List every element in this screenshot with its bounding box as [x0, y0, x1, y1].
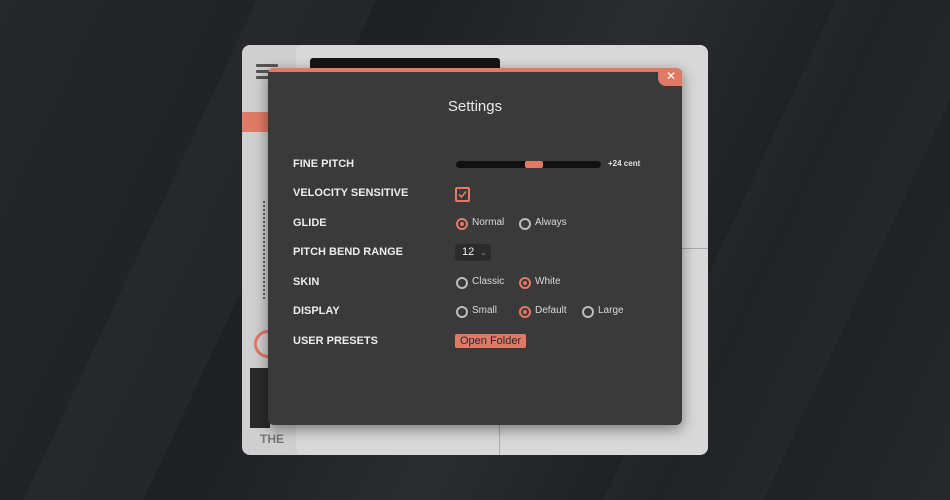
dialog-accent-bar [268, 68, 682, 72]
close-icon[interactable]: ✕ [664, 69, 678, 83]
user-presets-label: USER PRESETS [293, 335, 378, 347]
display-default-label: Default [535, 305, 567, 316]
display-small-label: Small [472, 305, 498, 316]
skin-classic-radio[interactable] [456, 277, 468, 289]
skin-label: SKIN [293, 276, 320, 288]
checkmark-icon [458, 190, 467, 199]
chevron-down-icon: ⌄ [480, 248, 487, 257]
pitch-bend-range-label: PITCH BEND RANGE [293, 246, 404, 258]
glide-normal-radio[interactable] [456, 218, 468, 230]
open-folder-button[interactable]: Open Folder [455, 334, 527, 348]
velocity-sensitive-checkbox[interactable] [455, 187, 470, 202]
glide-always-label: Always [535, 217, 567, 228]
display-default-radio[interactable] [519, 306, 531, 318]
skin-white-label: White [535, 276, 561, 287]
glide-always-radio[interactable] [519, 218, 531, 230]
display-large-label: Large [598, 305, 624, 316]
display-small-radio[interactable] [456, 306, 468, 318]
fine-pitch-slider-handle[interactable] [525, 161, 543, 168]
display-large-radio[interactable] [582, 306, 594, 318]
glide-label: GLIDE [293, 217, 327, 229]
fine-pitch-value: +24 cent [608, 159, 641, 168]
display-label: DISPLAY [293, 305, 340, 317]
brand-subtext: THE [260, 432, 284, 446]
pitch-bend-range-select[interactable]: 12 ⌄ [455, 244, 491, 261]
dotted-scale [262, 200, 266, 300]
velocity-sensitive-label: VELOCITY SENSITIVE [293, 187, 409, 199]
brand-logo-text [250, 368, 270, 428]
skin-classic-label: Classic [472, 276, 505, 287]
settings-dialog: ✕ Settings FINE PITCH +24 cent VELOCITY … [268, 68, 682, 425]
fine-pitch-label: FINE PITCH [293, 158, 355, 170]
pitch-bend-range-value: 12 [462, 246, 475, 258]
glide-normal-label: Normal [472, 217, 505, 228]
skin-white-radio[interactable] [519, 277, 531, 289]
dialog-title: Settings [447, 98, 503, 115]
